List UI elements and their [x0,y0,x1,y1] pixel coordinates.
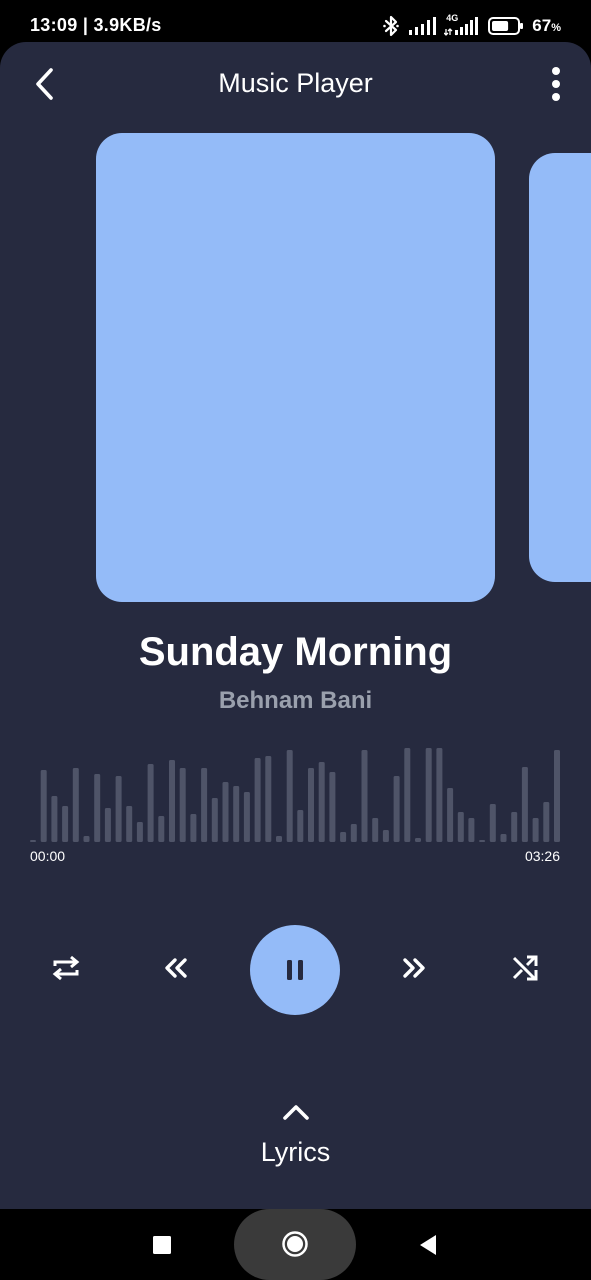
shuffle-icon [512,955,538,981]
waveform-bar [286,750,293,842]
lyrics-toggle[interactable]: Lyrics [225,1097,366,1177]
waveform-bar [136,822,143,842]
elapsed-time: 00:00 [30,848,66,864]
waveform-bar [372,818,379,842]
repeat-icon [52,955,80,981]
song-artist: Behnam Bani [218,687,373,714]
status-time: 13:09 | 3.9KB/s [30,15,162,35]
waveform-bar [350,824,357,842]
signal-4g-icon: 4G [444,13,480,37]
album-art[interactable] [96,133,495,602]
waveform-bar [382,830,389,842]
waveform-bar [457,812,464,842]
waveform-bar [40,770,47,842]
waveform-bar [489,804,496,842]
next-album-art[interactable] [529,153,591,582]
music-player-screen: Music Player Sunday Morning Behnam Bani … [0,42,591,1209]
waveform-bar [30,840,36,842]
waveform-bar [393,776,400,842]
waveform-bar [404,748,411,842]
waveform-bar [62,806,69,842]
waveform-bar [72,768,79,842]
system-nav-bar [0,1209,591,1280]
pause-button[interactable] [250,925,340,1015]
waveform-bar [83,836,90,842]
fast-forward-button[interactable] [392,946,436,990]
waveform-bar [318,762,325,842]
triangle-back-icon [420,1235,436,1255]
battery-unit: % [551,22,561,34]
waveform-bar [201,768,208,842]
waveform-bar [308,768,314,842]
bluetooth-icon [382,15,400,37]
waveform-bar [511,812,518,842]
fast-forward-icon [403,958,425,978]
chevron-up-icon [283,1105,309,1120]
lyrics-label: Lyrics [260,1137,331,1167]
waveform-bar [543,802,550,842]
waveform-bar [340,832,347,842]
page-title: Music Player [218,68,373,98]
waveform-bar [276,836,282,842]
waveform-bar [104,808,111,842]
recents-button[interactable] [146,1229,178,1261]
battery-percent: 67% [532,16,561,36]
system-back-button[interactable] [412,1229,444,1261]
waveform-bar [361,750,368,842]
waveform-bar [222,782,229,842]
waveform-bar [521,767,528,842]
waveform-bar [179,768,186,842]
song-title: Sunday Morning [138,630,453,674]
waveform-bar [500,834,507,842]
waveform-bar [425,748,432,842]
waveform-bar [243,792,250,842]
circle-icon [282,1231,308,1257]
square-icon [153,1236,171,1254]
battery-value: 67 [532,16,552,35]
waveform-bar [447,788,454,842]
waveform-bar [233,786,240,842]
waveform-seekbar[interactable] [30,742,560,842]
waveform-bar [147,764,154,842]
home-button[interactable] [275,1224,315,1264]
rewind-button[interactable] [154,946,198,990]
waveform-bar [126,806,133,842]
repeat-button[interactable] [44,946,88,990]
total-time: 03:26 [524,848,560,864]
more-options-button[interactable] [541,62,571,106]
waveform-bar [190,814,197,842]
top-app-bar: Music Player [0,42,591,126]
battery-icon [488,16,524,36]
signal-icon [408,16,437,36]
status-icons: 4G 67% [382,13,561,38]
waveform-bar [51,796,58,842]
waveform-bar [265,756,272,842]
waveform-bar [554,750,560,842]
waveform-bar [468,818,475,842]
waveform-bar [254,758,261,842]
waveform-bar [297,810,304,842]
waveform-bar [94,774,101,842]
waveform-bar [115,776,122,842]
waveform-bar [329,772,336,842]
waveform-bar [415,838,421,842]
waveform-bar [169,760,175,842]
pause-icon [287,960,303,980]
rewind-icon [165,958,187,978]
shuffle-button[interactable] [503,946,547,990]
waveform-bar [532,818,539,842]
more-vertical-icon [552,67,560,101]
waveform-bar [479,840,486,842]
waveform-bar [211,798,218,842]
waveform-bar [436,748,443,842]
waveform-bar [158,816,165,842]
